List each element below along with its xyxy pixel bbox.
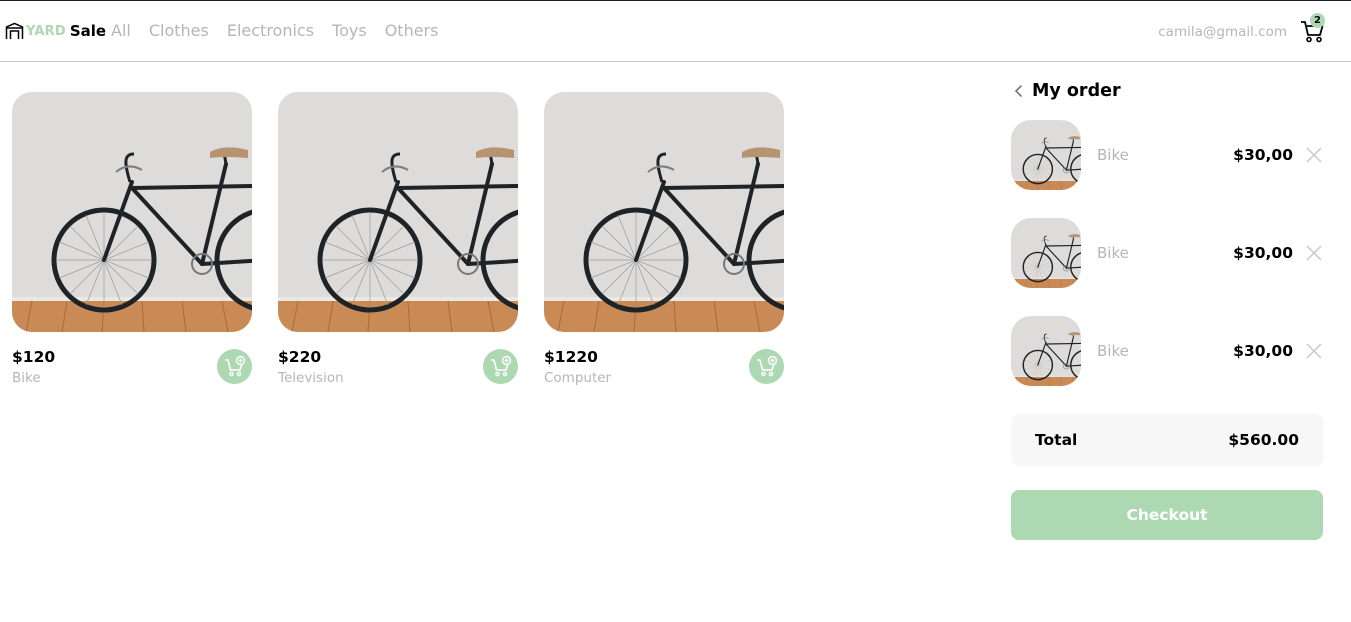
close-icon[interactable] (1305, 146, 1323, 164)
product-name: Computer (544, 370, 612, 386)
product-grid: $120 Bike $220 Television $1220 Computer (12, 92, 784, 408)
nav-item-others[interactable]: Others (385, 21, 439, 41)
order-item: Bike $30,00 (1011, 316, 1323, 386)
cart-count-badge: 2 (1310, 13, 1325, 28)
add-to-cart-icon (756, 355, 777, 376)
order-item: Bike $30,00 (1011, 120, 1323, 190)
product-card[interactable]: $120 Bike (12, 92, 252, 408)
order-total: Total $560.00 (1011, 414, 1323, 466)
category-nav: All Clothes Electronics Toys Others (111, 21, 438, 41)
order-item-price: $30,00 (1233, 342, 1293, 360)
navbar: YARD Sale All Clothes Electronics Toys O… (0, 1, 1351, 62)
product-name: Bike (12, 370, 41, 386)
order-item-image (1011, 218, 1081, 288)
total-value: $560.00 (1228, 431, 1299, 449)
add-to-cart-button[interactable] (483, 349, 518, 384)
nav-item-clothes[interactable]: Clothes (149, 21, 209, 41)
product-card[interactable]: $220 Television (278, 92, 518, 408)
nav-item-all[interactable]: All (111, 21, 131, 41)
add-to-cart-icon (490, 355, 511, 376)
storefront-icon (5, 22, 24, 40)
brand-logo[interactable]: YARD Sale (5, 21, 106, 41)
order-title: My order (1032, 81, 1121, 101)
order-item-image (1011, 120, 1081, 190)
product-image[interactable] (278, 92, 518, 332)
product-name: Television (278, 370, 344, 386)
add-to-cart-button[interactable] (217, 349, 252, 384)
user-email[interactable]: camila@gmail.com (1158, 24, 1287, 40)
total-label: Total (1035, 431, 1078, 449)
product-price: $120 (12, 348, 56, 366)
brand-sale: Sale (69, 22, 107, 40)
cart-button[interactable]: 2 (1299, 13, 1329, 45)
chevron-left-icon[interactable] (1011, 83, 1027, 99)
order-item-price: $30,00 (1233, 244, 1293, 262)
nav-item-toys[interactable]: Toys (332, 21, 367, 41)
order-item-price: $30,00 (1233, 146, 1293, 164)
order-item-image (1011, 316, 1081, 386)
product-image[interactable] (544, 92, 784, 332)
order-item-name: Bike (1097, 244, 1129, 262)
order-item: Bike $30,00 (1011, 218, 1323, 288)
product-card[interactable]: $1220 Computer (544, 92, 784, 408)
product-price: $220 (278, 348, 322, 366)
add-to-cart-icon (224, 355, 245, 376)
order-item-name: Bike (1097, 146, 1129, 164)
product-image[interactable] (12, 92, 252, 332)
product-price: $1220 (544, 348, 598, 366)
order-header: My order (1011, 78, 1323, 104)
nav-item-electronics[interactable]: Electronics (227, 21, 314, 41)
checkout-button[interactable]: Checkout (1011, 490, 1323, 540)
brand-yard: YARD (26, 23, 66, 39)
order-items: Bike $30,00 Bike $30,00 Bike $30,00 (1011, 120, 1323, 386)
close-icon[interactable] (1305, 342, 1323, 360)
order-item-name: Bike (1097, 342, 1129, 360)
add-to-cart-button[interactable] (749, 349, 784, 384)
order-panel: My order Bike $30,00 Bike $30,00 Bike $3… (1011, 78, 1323, 540)
close-icon[interactable] (1305, 244, 1323, 262)
